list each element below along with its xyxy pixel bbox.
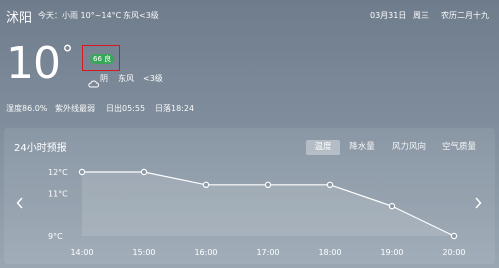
y-tick-label: 9°C [48, 232, 63, 241]
x-tick-label: 20:00 [442, 248, 465, 257]
x-tick-label: 19:00 [380, 248, 403, 257]
temperature-point-20:00[interactable] [450, 232, 458, 240]
x-tick-label: 18:00 [318, 248, 341, 257]
x-tick-label: 16:00 [194, 248, 217, 257]
temperature-point-16:00[interactable] [202, 181, 210, 188]
x-tick-label: 14:00 [70, 248, 93, 257]
temperature-point-19:00[interactable] [388, 202, 396, 210]
y-tick-label: 11°C [48, 189, 68, 198]
x-tick-label: 15:00 [132, 248, 155, 257]
y-tick-label: 12°C [48, 168, 68, 177]
temperature-chart: 12°C 11°C 9°C 14:00 15:00 16:00 17:00 18:00 19:… [48, 168, 466, 257]
temperature-point-15:00[interactable] [140, 168, 148, 176]
x-tick-label: 17:00 [256, 248, 279, 257]
temperature-point-14:00[interactable] [78, 168, 86, 176]
temperature-point-18:00[interactable] [326, 181, 334, 188]
temperature-point-17:00[interactable] [264, 181, 272, 188]
